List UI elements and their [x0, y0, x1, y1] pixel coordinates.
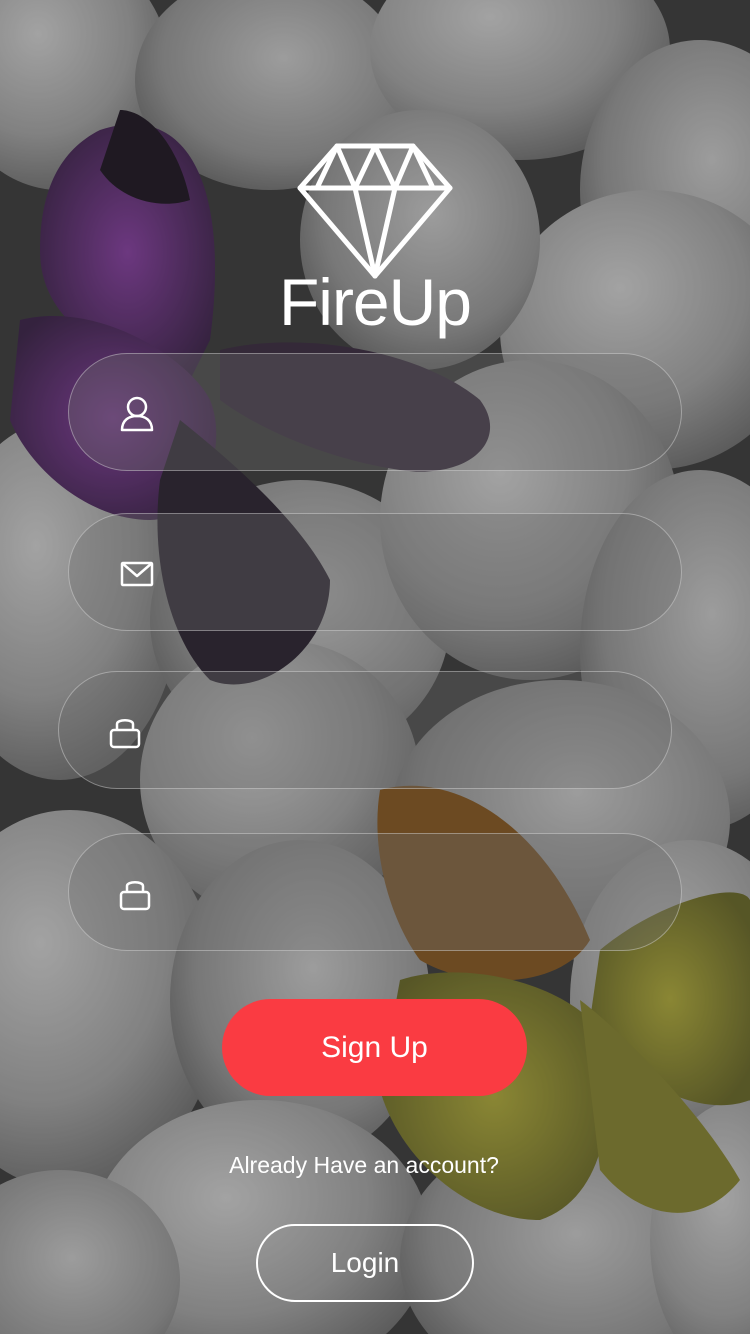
app-name: FireUp [278, 265, 472, 339]
confirm-password-input[interactable] [179, 864, 643, 922]
diamond-icon [0, 140, 750, 280]
lock-icon [115, 874, 155, 914]
username-field[interactable] [68, 353, 682, 471]
confirm-password-field[interactable] [68, 833, 682, 951]
login-button[interactable]: Login [256, 1224, 474, 1302]
account-prompt: Already Have an account? [229, 1152, 499, 1178]
app-logo [0, 140, 750, 280]
user-icon [117, 394, 157, 434]
signup-button[interactable]: Sign Up [222, 999, 527, 1096]
email-input[interactable] [179, 544, 643, 602]
lock-icon [105, 712, 145, 752]
email-field[interactable] [68, 513, 682, 631]
password-input[interactable] [169, 702, 633, 760]
mail-icon [117, 554, 157, 594]
username-input[interactable] [179, 384, 643, 442]
password-field[interactable] [58, 671, 672, 789]
